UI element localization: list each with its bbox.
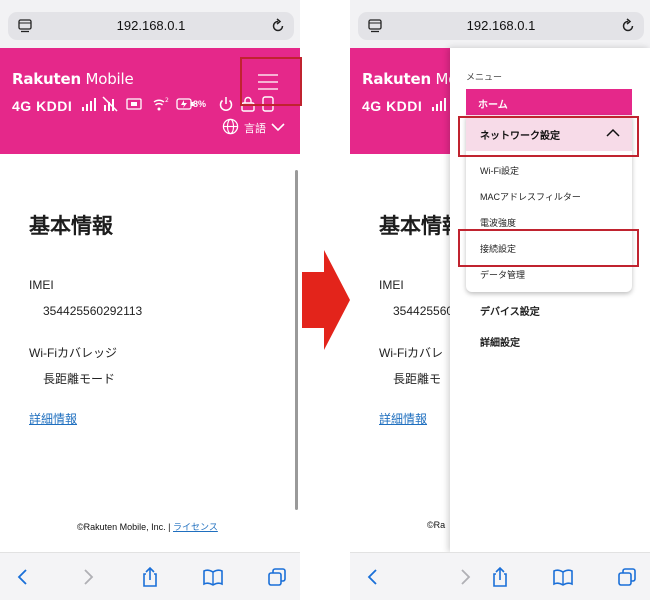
- wifi-coverage-value: 長距離モ: [393, 372, 442, 386]
- share-icon[interactable]: [139, 566, 161, 588]
- globe-icon: [222, 118, 239, 135]
- menu-item-advanced-settings[interactable]: 詳細設定: [480, 334, 520, 349]
- battery-charging-icon: [176, 98, 194, 110]
- rakuten-logo: Rakuten Mobile: [12, 70, 134, 88]
- share-icon[interactable]: [489, 566, 511, 588]
- menu-item-device-settings[interactable]: デバイス設定: [480, 303, 540, 318]
- main-content: 基本情報 IMEI 354425560292113 Wi-Fiカバレッジ 長距離…: [0, 154, 300, 552]
- power-icon[interactable]: [218, 96, 234, 112]
- language-label: 言語: [244, 123, 266, 135]
- imei-value: 354425560292113: [43, 304, 143, 318]
- no-sim-icon: [102, 96, 118, 112]
- menu-button-highlight: [240, 57, 302, 106]
- url-field[interactable]: 192.168.0.1: [358, 12, 644, 40]
- forward-arrow-icon[interactable]: [454, 566, 476, 588]
- imei-label: IMEI: [379, 278, 404, 292]
- submenu-item-wifi-settings[interactable]: Wi-Fi設定: [480, 164, 519, 177]
- step-arrow-icon: [302, 250, 350, 350]
- svg-text:2: 2: [165, 97, 169, 104]
- tabs-icon[interactable]: [266, 566, 288, 588]
- network-operator-label: 4G KDDI: [362, 98, 423, 114]
- battery-percent: 8%: [193, 99, 207, 109]
- menu-heading: メニュー: [466, 72, 503, 82]
- detail-info-link[interactable]: 詳細情報: [29, 410, 77, 427]
- wifi-coverage-value: 長距離モード: [43, 372, 116, 386]
- menu-item-home[interactable]: ホーム: [466, 89, 632, 115]
- right-phone-screen: 192.168.0.1 Rakuten Mobile 4G KDDI 基本情報 …: [350, 0, 650, 600]
- footer: ©Ra: [427, 520, 446, 530]
- reload-icon[interactable]: [270, 18, 286, 34]
- browser-address-bar: 192.168.0.1: [0, 0, 300, 48]
- signal-strength-icon: [82, 98, 96, 111]
- language-selector[interactable]: 言語: [222, 118, 292, 136]
- wifi-coverage-label: Wi-Fiカバレ: [379, 346, 443, 360]
- back-arrow-icon[interactable]: [12, 566, 34, 588]
- page-title: 基本情報: [29, 215, 113, 238]
- forward-arrow-icon[interactable]: [77, 566, 99, 588]
- detail-info-link[interactable]: 詳細情報: [379, 410, 427, 427]
- sim-card-icon: [126, 98, 142, 110]
- wifi-clients-icon: 2: [153, 97, 169, 111]
- license-link[interactable]: ライセンス: [173, 522, 218, 532]
- scrollbar[interactable]: [295, 170, 298, 510]
- browser-toolbar: [0, 552, 300, 600]
- signal-strength-icon: [432, 98, 446, 111]
- url-field[interactable]: 192.168.0.1: [8, 12, 294, 40]
- connection-settings-highlight: [458, 229, 639, 267]
- back-arrow-icon[interactable]: [362, 566, 384, 588]
- submenu-item-mac-filter[interactable]: MACアドレスフィルター: [480, 190, 581, 203]
- url-text: 192.168.0.1: [116, 18, 186, 33]
- imei-label: IMEI: [29, 278, 54, 292]
- network-operator-label: 4G KDDI: [12, 98, 73, 114]
- wifi-coverage-label: Wi-Fiカバレッジ: [29, 346, 117, 360]
- bookmarks-icon[interactable]: [202, 566, 224, 588]
- network-settings-highlight: [458, 116, 639, 157]
- reload-icon[interactable]: [620, 18, 636, 34]
- submenu-item-data-management[interactable]: データ管理: [480, 268, 525, 281]
- browser-address-bar: 192.168.0.1: [350, 0, 650, 48]
- url-text: 192.168.0.1: [466, 18, 536, 33]
- chevron-down-icon: [271, 123, 285, 132]
- tabs-icon[interactable]: [616, 566, 638, 588]
- bookmarks-icon[interactable]: [552, 566, 574, 588]
- browser-toolbar: [350, 552, 650, 600]
- submenu-item-signal-strength[interactable]: 電波強度: [480, 216, 516, 229]
- footer: ©Rakuten Mobile, Inc. | ライセンス: [77, 522, 218, 532]
